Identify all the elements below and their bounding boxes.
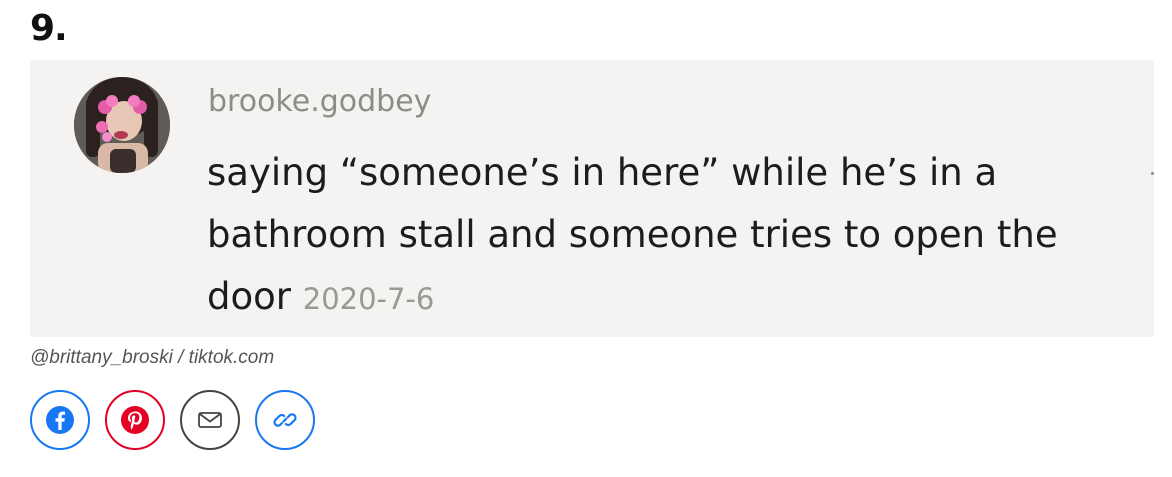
facebook-share-button[interactable] <box>30 390 90 450</box>
share-bar <box>30 390 315 450</box>
pinterest-icon <box>121 406 149 434</box>
tiktok-comment-screenshot: brooke.godbey saying “someone’s in here”… <box>30 60 1154 337</box>
mail-icon <box>198 412 222 428</box>
comment-body: saying “someone’s in here” while he’s in… <box>207 142 1127 330</box>
profile-avatar <box>74 77 170 173</box>
avatar-image <box>74 77 170 173</box>
facebook-icon <box>46 406 74 434</box>
copy-link-button[interactable] <box>255 390 315 450</box>
link-icon <box>273 413 297 427</box>
pinterest-share-button[interactable] <box>105 390 165 450</box>
email-share-button[interactable] <box>180 390 240 450</box>
comment-date: 2020-7-6 <box>302 282 435 316</box>
scroll-dot <box>1151 172 1154 175</box>
article-item: 9. brooke.godbey saying “someone’s in he… <box>0 0 1172 477</box>
comment-username: brooke.godbey <box>208 84 432 119</box>
image-credit: @brittany_broski / tiktok.com <box>30 347 275 368</box>
item-number: 9. <box>30 8 68 49</box>
